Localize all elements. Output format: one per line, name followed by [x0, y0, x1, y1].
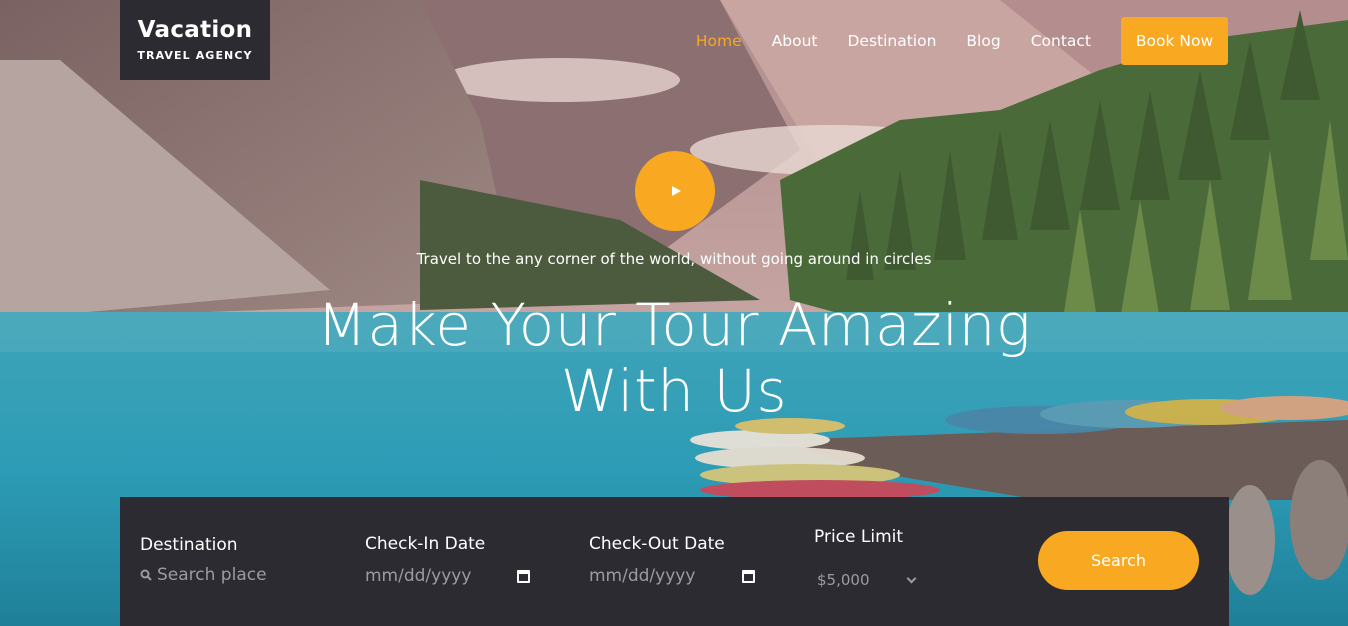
checkin-date-input[interactable]: mm/dd/yyyy [365, 566, 471, 586]
nav-blog[interactable]: Blog [966, 32, 1000, 50]
book-now-button[interactable]: Book Now [1121, 17, 1228, 65]
checkin-label: Check-In Date [365, 534, 486, 554]
checkout-label: Check-Out Date [589, 534, 725, 554]
destination-input[interactable]: Search place [157, 565, 267, 585]
logo[interactable]: Vacation TRAVEL AGENCY [120, 0, 270, 80]
nav-destination[interactable]: Destination [847, 32, 936, 50]
nav-home[interactable]: Home [696, 32, 742, 50]
main-nav: Home About Destination Blog Contact Book… [696, 17, 1228, 65]
play-icon [672, 186, 681, 196]
price-limit-select[interactable]: $5,000 [817, 571, 870, 589]
play-video-button[interactable] [635, 151, 715, 231]
destination-label: Destination [140, 535, 238, 555]
checkout-date-input[interactable]: mm/dd/yyyy [589, 566, 695, 586]
booking-search-panel: Destination Search place Check-In Date m… [120, 497, 1229, 626]
logo-title: Vacation [137, 17, 253, 44]
checkout-calendar-icon[interactable] [742, 570, 755, 583]
nav-contact[interactable]: Contact [1031, 32, 1091, 50]
hero-headline-line2: With Us [560, 357, 788, 425]
price-limit-label: Price Limit [814, 527, 904, 547]
checkin-calendar-icon[interactable] [517, 570, 530, 583]
hero-tagline: Travel to the any corner of the world, w… [416, 250, 932, 268]
logo-subtitle: TRAVEL AGENCY [137, 48, 253, 62]
hero-headline-line1: Make Your Tour Amazing [316, 291, 1032, 359]
search-button[interactable]: Search [1038, 531, 1199, 590]
search-icon [140, 569, 152, 581]
nav-about[interactable]: About [772, 32, 818, 50]
hero-headline: Make Your Tour Amazing With Us [0, 292, 1348, 424]
chevron-down-icon[interactable] [906, 573, 917, 584]
